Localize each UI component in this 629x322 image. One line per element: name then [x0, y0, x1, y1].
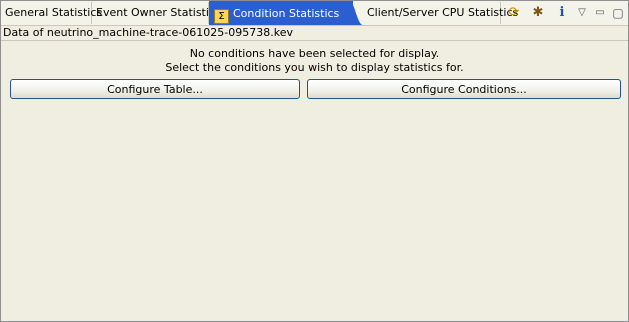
- tab-label: General Statistics: [5, 6, 103, 19]
- empty-message-line-1: No conditions have been selected for dis…: [189, 47, 440, 60]
- empty-message-line-2: Select the conditions you wish to displa…: [165, 61, 464, 74]
- tab-label: Condition Statistics: [233, 7, 340, 20]
- statistics-view: General Statistics Event Owner Statistic…: [0, 0, 629, 322]
- info-icon[interactable]: i: [553, 4, 571, 22]
- tab-client-server-cpu-statistics[interactable]: Client/Server CPU Statistics: [363, 2, 518, 24]
- tab-condition-statistics[interactable]: Σ Condition Statistics ✕: [209, 1, 361, 25]
- configure-conditions-button[interactable]: Configure Conditions...: [307, 79, 621, 99]
- data-title: Data of neutrino_machine-trace-061025-09…: [3, 26, 293, 39]
- tab-label: Client/Server CPU Statistics: [367, 6, 519, 19]
- minimize-icon[interactable]: ▭: [591, 4, 609, 22]
- sigma-icon: Σ: [214, 9, 229, 24]
- active-tab-curve: [349, 1, 363, 25]
- tab-bar: General Statistics Event Owner Statistic…: [1, 1, 628, 26]
- tab-event-owner-statistics[interactable]: Event Owner Statistics: [92, 2, 221, 24]
- divider: [1, 40, 628, 41]
- bug-icon[interactable]: ✱: [529, 4, 547, 22]
- sync-icon[interactable]: ⟳: [505, 4, 523, 22]
- view-menu-icon[interactable]: ▽: [573, 4, 591, 22]
- configure-table-button[interactable]: Configure Table...: [10, 79, 300, 99]
- tab-label: Event Owner Statistics: [96, 6, 221, 19]
- tab-general-statistics[interactable]: General Statistics: [1, 2, 102, 24]
- maximize-icon[interactable]: ▢: [609, 4, 627, 22]
